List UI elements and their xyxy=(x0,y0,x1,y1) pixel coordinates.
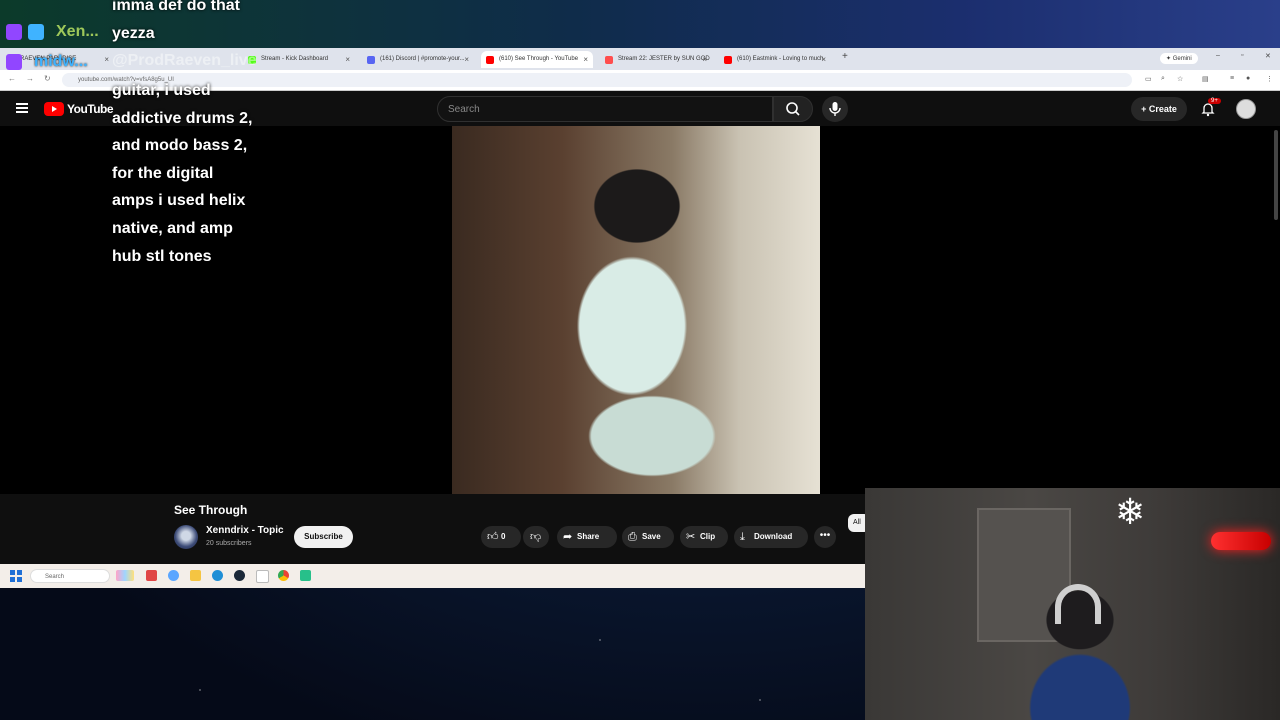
youtube-favicon-icon xyxy=(486,56,494,64)
subscribe-button[interactable]: Subscribe xyxy=(294,526,353,548)
search-input[interactable]: Search xyxy=(437,96,773,122)
share-icon: ➦ xyxy=(563,531,573,543)
album-art-image xyxy=(452,126,820,494)
app-red-icon[interactable] xyxy=(146,570,157,581)
share-label: Share xyxy=(577,532,600,541)
share-button[interactable]: ➦ Share xyxy=(557,526,617,548)
notepad-icon[interactable] xyxy=(256,570,269,583)
app-green-icon[interactable] xyxy=(300,570,311,581)
gemini-label: Gemini xyxy=(1172,56,1192,62)
dislike-button[interactable]: 👎︎ xyxy=(523,526,549,548)
search-button[interactable] xyxy=(773,96,813,122)
download-icon: ⤓ xyxy=(740,531,745,543)
video-title: See Through xyxy=(174,503,248,517)
channel-avatar[interactable] xyxy=(174,525,198,549)
save-label: Save xyxy=(642,532,661,541)
close-window-icon[interactable]: ✕ xyxy=(1265,52,1271,60)
discord-favicon-icon xyxy=(367,56,375,64)
page-scrollbar[interactable] xyxy=(1274,130,1278,220)
extensions-icon[interactable]: ≡ xyxy=(1230,75,1234,82)
rgb-light xyxy=(1211,532,1271,550)
search-icon xyxy=(786,102,800,116)
create-label: Create xyxy=(1148,104,1177,114)
cast-icon[interactable]: ▭ xyxy=(1145,75,1152,83)
create-button[interactable]: + Create xyxy=(1131,97,1187,121)
notification-badge: 9+ xyxy=(1208,98,1221,104)
maximize-icon[interactable]: ▫ xyxy=(1241,52,1243,59)
profile-icon[interactable]: ● xyxy=(1246,75,1250,82)
snowflake-icon: ❄ xyxy=(1115,491,1146,532)
download-label: Download xyxy=(754,532,793,541)
streamelements-icon xyxy=(28,24,44,40)
tab-label: (610) Eastmink - Loving to much xyxy=(737,56,824,62)
taskbar-search-input[interactable]: Search xyxy=(30,569,110,583)
voice-search-button[interactable] xyxy=(822,96,848,122)
tab-label: Stream 22: JESTER by SUN GOD xyxy=(618,56,710,62)
clip-icon: ✂ xyxy=(686,531,696,543)
tab-see-through-youtube[interactable]: (610) See Through - YouTube × xyxy=(481,51,593,68)
menu-kebab-icon[interactable]: ⋮ xyxy=(1266,75,1273,83)
headset-icon xyxy=(1055,584,1101,624)
bookmark-star-icon[interactable]: ☆ xyxy=(1177,75,1183,83)
stream-chat-overlay: Xen... imma def do that yezza midw... @P… xyxy=(0,0,290,280)
widget-icon[interactable] xyxy=(116,570,134,581)
chat-username: midw... xyxy=(34,53,88,70)
windows-taskbar: Search xyxy=(0,564,866,588)
chat-mention: @ProdRaeven_live xyxy=(112,52,257,69)
download-button[interactable]: ⤓ Download xyxy=(734,526,808,548)
more-actions-button[interactable]: ••• xyxy=(814,526,836,548)
close-tab-icon[interactable]: × xyxy=(702,51,707,68)
youtube-favicon-icon xyxy=(724,56,732,64)
close-tab-icon[interactable]: × xyxy=(583,51,588,68)
like-count: 0 xyxy=(501,532,506,541)
tab-stream-jester[interactable]: Stream 22: JESTER by SUN GOD × xyxy=(600,51,712,68)
save-button[interactable]: ⎙ Save xyxy=(622,526,674,548)
mic-icon xyxy=(829,102,841,116)
subscriber-count: 20 subscribers xyxy=(206,540,252,547)
minimize-icon[interactable]: – xyxy=(1216,52,1220,59)
app-sync-icon[interactable] xyxy=(168,570,179,581)
file-explorer-icon[interactable] xyxy=(190,570,201,581)
tab-label: (610) See Through - YouTube xyxy=(499,56,579,62)
tab-discord[interactable]: (161) Discord | #promote-your... × xyxy=(362,51,474,68)
chrome-icon[interactable] xyxy=(278,570,289,581)
steam-icon[interactable] xyxy=(234,570,245,581)
clip-label: Clip xyxy=(700,532,716,541)
stream-favicon-icon xyxy=(605,56,613,64)
windows-start-icon[interactable] xyxy=(10,570,22,582)
save-icon: ⎙ xyxy=(628,531,637,543)
twitch-icon xyxy=(6,24,22,40)
dislike-icon: 👎︎ xyxy=(530,531,542,543)
account-avatar[interactable] xyxy=(1236,99,1256,119)
close-tab-icon[interactable]: × xyxy=(821,51,826,68)
like-icon: 👍︎ xyxy=(487,531,499,543)
tab-label: (161) Discord | #promote-your... xyxy=(380,56,465,62)
chat-username: Xen... xyxy=(56,23,99,40)
close-tab-icon[interactable]: × xyxy=(345,51,350,68)
new-tab-button[interactable]: + xyxy=(842,51,848,62)
close-tab-icon[interactable]: × xyxy=(464,51,469,68)
more-icon: ••• xyxy=(819,530,831,541)
edge-icon[interactable] xyxy=(212,570,223,581)
twitch-icon xyxy=(6,54,22,70)
gemini-button[interactable]: ✦ Gemini xyxy=(1160,53,1198,64)
zoom-icon[interactable]: ⌕ xyxy=(1161,75,1165,83)
sidebar-icon[interactable]: ▤ xyxy=(1202,75,1209,83)
chat-message: imma def do that yezza xyxy=(112,0,241,42)
webcam-feed: ❄ xyxy=(865,488,1280,720)
like-button[interactable]: 👍︎ 0 xyxy=(481,526,521,548)
chat-message: guitar, i used addictive drums 2, and mo… xyxy=(112,82,253,265)
tab-eastmink[interactable]: (610) Eastmink - Loving to much × xyxy=(719,51,831,68)
channel-name[interactable]: Xenndrix - Topic xyxy=(206,525,284,536)
clip-button[interactable]: ✂ Clip xyxy=(680,526,728,548)
